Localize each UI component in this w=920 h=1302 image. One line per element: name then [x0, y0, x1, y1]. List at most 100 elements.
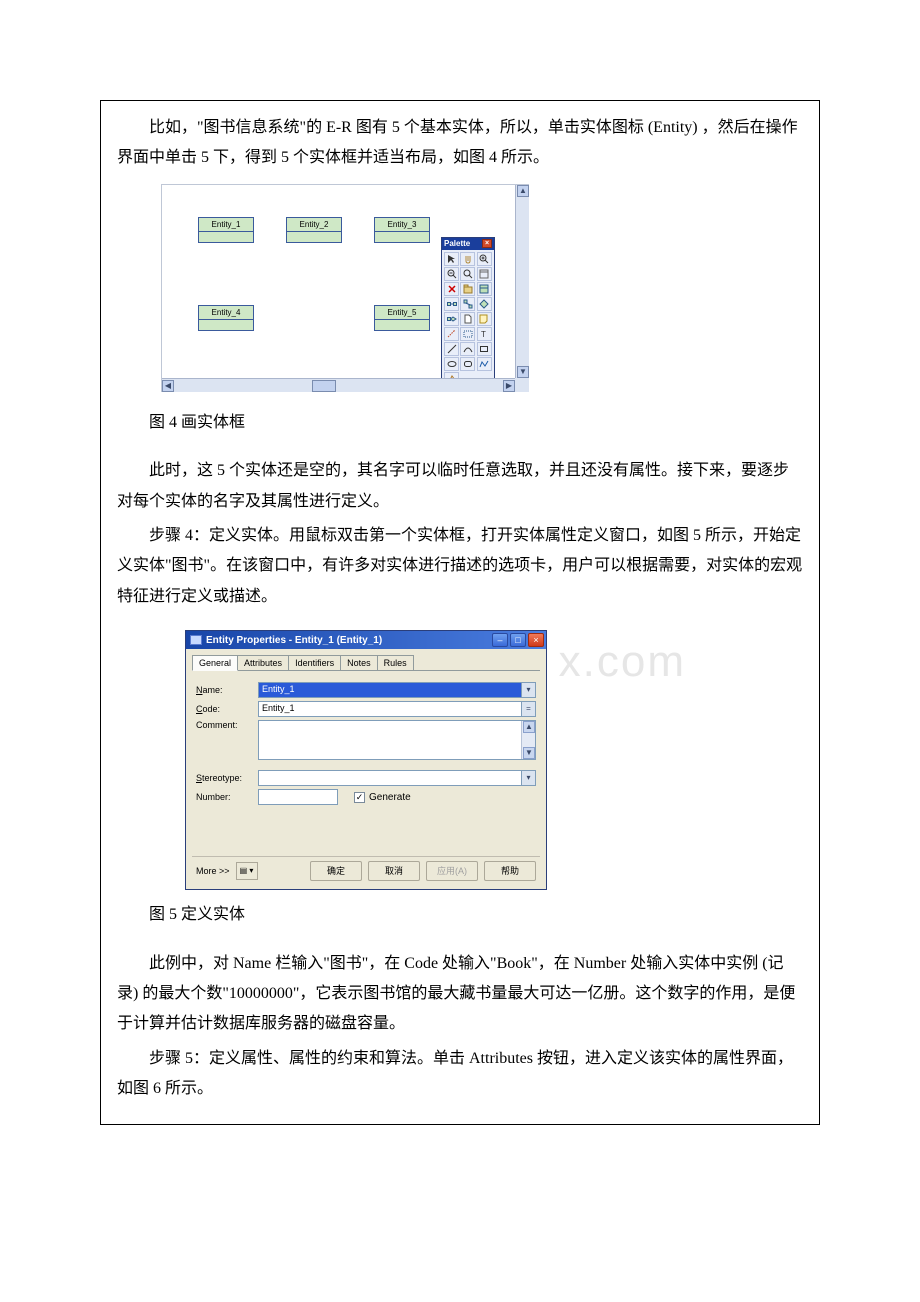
dialog-footer: More >> ▤ ▾ 确定 取消 应用(A) 帮助 — [192, 856, 540, 883]
scroll-down-icon[interactable]: ▼ — [523, 747, 535, 759]
tab-general[interactable]: General — [192, 655, 238, 671]
entity-box[interactable]: Entity_1 — [198, 217, 254, 243]
vertical-scrollbar[interactable]: ▲ ▼ — [515, 185, 529, 378]
name-label: Name: — [196, 685, 258, 695]
code-label: Code: — [196, 704, 258, 714]
cancel-button[interactable]: 取消 — [368, 861, 420, 881]
hand-tool-icon[interactable] — [460, 252, 475, 266]
svg-text:T: T — [481, 330, 486, 339]
dialog-titlebar[interactable]: Entity Properties - Entity_1 (Entity_1) … — [186, 631, 546, 649]
palette-toolbox[interactable]: Palette × — [441, 237, 495, 389]
entity-body — [199, 320, 253, 330]
pointer-tool-icon[interactable] — [444, 252, 459, 266]
horizontal-scrollbar[interactable]: ◀ ▶ — [162, 378, 515, 392]
number-input[interactable] — [258, 789, 338, 805]
figure-5-caption: 图 5 定义实体 — [117, 900, 803, 930]
polyline-tool-icon[interactable] — [477, 357, 492, 371]
code-input[interactable]: Entity_1 — [258, 701, 522, 717]
tab-attributes[interactable]: Attributes — [237, 655, 289, 670]
stereotype-input[interactable] — [258, 770, 522, 786]
maximize-button[interactable]: □ — [510, 633, 526, 647]
relationship-icon[interactable] — [444, 297, 459, 311]
stereotype-label: Stereotype: — [196, 773, 258, 783]
entity-body — [199, 232, 253, 242]
dialog-body: General Attributes Identifiers Notes Rul… — [186, 649, 546, 889]
palette-grid: T — [442, 250, 494, 388]
figure-4-caption: 图 4 画实体框 — [117, 408, 803, 438]
entity-label: Entity_3 — [375, 218, 429, 232]
scroll-down-icon[interactable]: ▼ — [517, 366, 529, 378]
entity-label: Entity_2 — [287, 218, 341, 232]
entity-body — [375, 232, 429, 242]
minimize-button[interactable]: – — [492, 633, 508, 647]
dependency-icon[interactable] — [444, 327, 459, 341]
paragraph: 此例中，对 Name 栏输入"图书"，在 Code 处输入"Book"，在 Nu… — [117, 949, 803, 1040]
comment-textarea[interactable]: ▲ ▼ — [258, 720, 536, 760]
palette-title-text: Palette — [444, 239, 470, 248]
close-button[interactable]: × — [528, 633, 544, 647]
entity-label: Entity_5 — [375, 306, 429, 320]
ok-button[interactable]: 确定 — [310, 861, 362, 881]
scroll-thumb[interactable] — [312, 380, 336, 392]
more-button[interactable]: More >> — [196, 866, 230, 876]
note-icon[interactable] — [477, 312, 492, 326]
scroll-right-icon[interactable]: ▶ — [503, 380, 515, 392]
entity-body — [287, 232, 341, 242]
line-tool-icon[interactable] — [444, 342, 459, 356]
dialog-form: Name: Entity_1 ▾ Code: Entity_1 = Commen… — [192, 671, 540, 856]
properties-icon[interactable] — [477, 267, 492, 281]
rounded-rect-tool-icon[interactable] — [460, 357, 475, 371]
apply-button[interactable]: 应用(A) — [426, 861, 478, 881]
page-frame: 比如，"图书信息系统"的 E-R 图有 5 个基本实体，所以，单击实体图标 (E… — [100, 100, 820, 1125]
entity-dialog-icon — [190, 635, 202, 645]
ellipse-tool-icon[interactable] — [444, 357, 459, 371]
diagram-canvas[interactable]: Entity_1 Entity_2 Entity_3 Entity_4 Enti… — [162, 185, 515, 378]
entity-box[interactable]: Entity_3 — [374, 217, 430, 243]
figure-4-canvas-area: Entity_1 Entity_2 Entity_3 Entity_4 Enti… — [161, 184, 529, 392]
name-dropdown-icon[interactable]: ▾ — [522, 682, 536, 698]
entity-label: Entity_1 — [199, 218, 253, 232]
zoom-fit-icon[interactable] — [460, 267, 475, 281]
dialog-tabs: General Attributes Identifiers Notes Rul… — [192, 653, 540, 671]
code-dropdown-icon[interactable]: = — [522, 701, 536, 717]
zoom-out-icon[interactable] — [444, 267, 459, 281]
entity-box[interactable]: Entity_4 — [198, 305, 254, 331]
entity-label: Entity_4 — [199, 306, 253, 320]
dialog-title: Entity Properties - Entity_1 (Entity_1) — [206, 635, 382, 646]
menu-dropdown-icon[interactable]: ▤ ▾ — [236, 862, 258, 880]
watermark-text: x.com — [559, 637, 686, 687]
comment-label: Comment: — [196, 720, 258, 730]
tab-rules[interactable]: Rules — [377, 655, 414, 670]
close-icon[interactable]: × — [482, 239, 492, 248]
textarea-scrollbar[interactable]: ▲ ▼ — [521, 721, 535, 759]
arc-tool-icon[interactable] — [460, 342, 475, 356]
entity-box[interactable]: Entity_5 — [374, 305, 430, 331]
text-tool-icon[interactable] — [460, 327, 475, 341]
zoom-in-icon[interactable] — [477, 252, 492, 266]
generate-checkbox[interactable]: ✓ — [354, 792, 365, 803]
inheritance-icon[interactable] — [460, 297, 475, 311]
tab-notes[interactable]: Notes — [340, 655, 378, 670]
figure-5-dialog: x.com Entity Properties - Entity_1 (Enti… — [185, 630, 547, 890]
scroll-up-icon[interactable]: ▲ — [523, 721, 535, 733]
file-icon[interactable] — [460, 312, 475, 326]
scroll-left-icon[interactable]: ◀ — [162, 380, 174, 392]
scroll-up-icon[interactable]: ▲ — [517, 185, 529, 197]
delete-icon[interactable] — [444, 282, 459, 296]
link-icon[interactable] — [444, 312, 459, 326]
stereotype-dropdown-icon[interactable]: ▾ — [522, 770, 536, 786]
association-icon[interactable] — [477, 297, 492, 311]
tab-identifiers[interactable]: Identifiers — [288, 655, 341, 670]
paragraph: 比如，"图书信息系统"的 E-R 图有 5 个基本实体，所以，单击实体图标 (E… — [117, 113, 803, 174]
rectangle-tool-icon[interactable] — [477, 342, 492, 356]
palette-titlebar[interactable]: Palette × — [442, 238, 494, 250]
scrollbar-corner — [515, 378, 529, 392]
name-input[interactable]: Entity_1 — [258, 682, 522, 698]
help-button[interactable]: 帮助 — [484, 861, 536, 881]
entity-box[interactable]: Entity_2 — [286, 217, 342, 243]
entity-body — [375, 320, 429, 330]
title-tool-icon[interactable]: T — [477, 327, 492, 341]
generate-label: Generate — [369, 792, 411, 803]
package-icon[interactable] — [460, 282, 475, 296]
entity-tool-icon[interactable] — [477, 282, 492, 296]
